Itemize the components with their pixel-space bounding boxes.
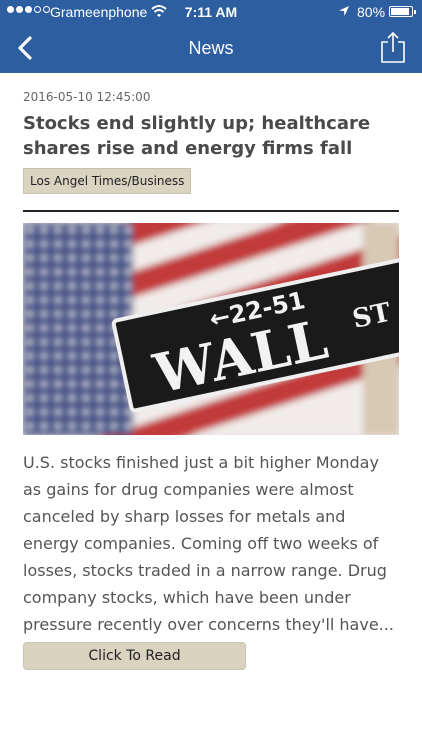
source-badge: Los Angel Times/Business xyxy=(23,168,192,194)
share-icon[interactable] xyxy=(380,31,406,63)
battery-percent: 80% xyxy=(357,4,386,20)
divider xyxy=(23,210,399,212)
battery-icon xyxy=(389,6,416,17)
page-title: News xyxy=(188,38,234,58)
navigation-bar: Grameenphone 7:11 AM 80% News xyxy=(0,0,422,73)
article-summary: U.S. stocks finished just a bit higher M… xyxy=(23,453,394,634)
status-bar: Grameenphone 7:11 AM 80% xyxy=(0,0,422,24)
article-headline: Stocks end slightly up; healthcare share… xyxy=(23,113,371,159)
location-arrow-icon xyxy=(339,6,349,16)
article-image: ←22-51 WALL ST xyxy=(23,223,399,435)
article-timestamp: 2016-05-10 12:45:00 xyxy=(23,90,151,104)
click-to-read-button[interactable]: Click To Read xyxy=(23,642,246,670)
